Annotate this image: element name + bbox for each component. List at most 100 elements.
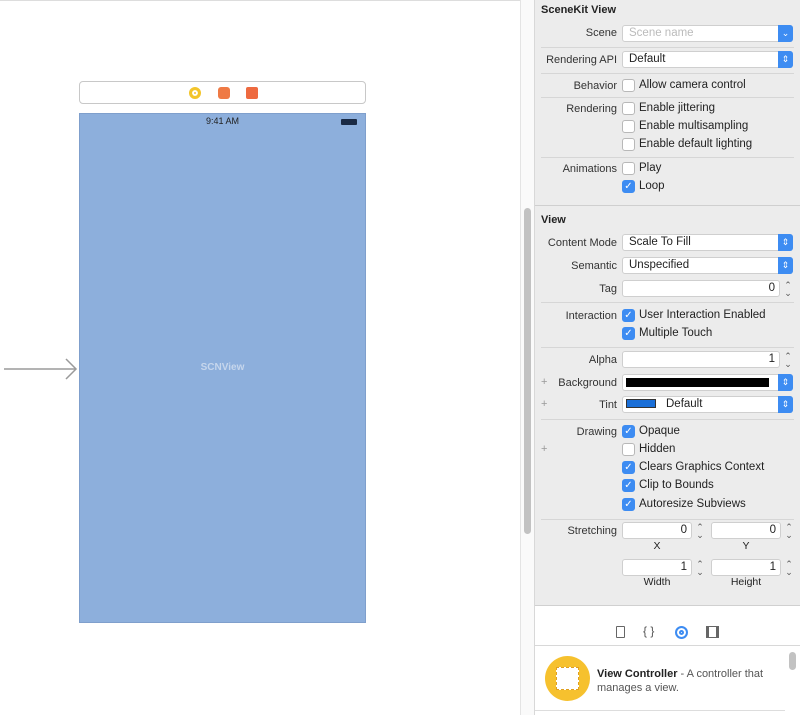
autoresize-checkbox[interactable]: ✓ [622, 498, 635, 511]
object-library: View Controller - A controller that mana… [535, 645, 800, 715]
tint-value: Default [666, 398, 703, 410]
interaction-label: Interaction [565, 310, 617, 322]
autoresize-label[interactable]: Autoresize Subviews [639, 498, 746, 510]
background-swatch [626, 378, 769, 387]
hidden-checkbox[interactable] [622, 443, 635, 456]
multiple-touch-checkbox[interactable]: ✓ [622, 327, 635, 340]
scene-placeholder: Scene name [629, 27, 694, 39]
library-tab-bar: { } [535, 605, 800, 645]
user-interaction-label[interactable]: User Interaction Enabled [639, 309, 766, 321]
play-checkbox[interactable] [622, 162, 635, 175]
allow-camera-checkbox[interactable] [622, 79, 635, 92]
tag-field[interactable]: 0 ⌃ ⌄ [622, 280, 792, 298]
alpha-stepper[interactable]: ⌃ ⌄ [781, 352, 795, 369]
default-lighting-checkbox[interactable] [622, 138, 635, 151]
object-library-icon[interactable] [675, 626, 688, 639]
scn-view[interactable]: 9:41 AM SCNView [79, 113, 366, 623]
background-label: Background [558, 377, 617, 389]
stretch-height-stepper[interactable]: ⌃ ⌄ [782, 560, 796, 577]
exit-icon[interactable] [246, 87, 258, 99]
library-scrollbar-thumb[interactable] [789, 652, 796, 670]
content-mode-label: Content Mode [547, 237, 617, 249]
attributes-inspector: SceneKit View Scene Scene name ⌄ Renderin… [535, 0, 800, 605]
add-variation-icon[interactable]: + [541, 443, 547, 455]
alpha-field[interactable]: 1 ⌃ ⌄ [622, 351, 792, 369]
tag-stepper[interactable]: ⌃ ⌄ [781, 281, 795, 298]
section-title-scenekit: SceneKit View [541, 4, 616, 16]
y-caption: Y [742, 540, 750, 552]
x-caption: X [653, 540, 661, 552]
section-title-view: View [541, 214, 566, 226]
stretch-width-value: 1 [680, 561, 687, 573]
opaque-label[interactable]: Opaque [639, 425, 680, 437]
stretch-y-field[interactable]: 0 ⌃ ⌄ [711, 522, 793, 540]
height-caption: Height [730, 576, 762, 588]
updown-icon: ⇕ [778, 51, 793, 68]
stretch-x-stepper[interactable]: ⌃ ⌄ [693, 523, 707, 540]
background-color-well[interactable]: ⇕ [622, 374, 793, 391]
updown-icon: ⇕ [778, 374, 793, 391]
jittering-label[interactable]: Enable jittering [639, 102, 715, 114]
tag-value: 0 [768, 282, 775, 294]
allow-camera-label[interactable]: Allow camera control [639, 79, 746, 91]
scene-label: Scene [585, 27, 617, 39]
stretch-height-value: 1 [769, 561, 776, 573]
scene-combo[interactable]: Scene name ⌄ [622, 25, 793, 42]
jittering-checkbox[interactable] [622, 102, 635, 115]
tint-label: Tint [599, 399, 617, 411]
library-item-title: View Controller [597, 668, 678, 680]
chevron-down-icon[interactable]: ⌄ [778, 25, 793, 42]
updown-icon: ⇕ [778, 234, 793, 251]
semantic-label: Semantic [571, 260, 617, 272]
multisampling-checkbox[interactable] [622, 120, 635, 133]
battery-icon [341, 119, 357, 125]
stretch-width-field[interactable]: 1 ⌃ ⌄ [622, 559, 704, 577]
tint-popup[interactable]: Default ⇕ [622, 396, 793, 413]
stretch-y-value: 0 [769, 524, 776, 536]
view-controller-icon[interactable] [189, 87, 201, 99]
stretch-x-field[interactable]: 0 ⌃ ⌄ [622, 522, 704, 540]
stretching-label: Stretching [567, 525, 617, 537]
stretch-x-value: 0 [680, 524, 687, 536]
first-responder-icon[interactable] [218, 87, 230, 99]
file-template-icon[interactable] [616, 626, 625, 638]
loop-label[interactable]: Loop [639, 180, 665, 192]
hidden-label[interactable]: Hidden [639, 443, 675, 455]
width-caption: Width [643, 576, 671, 588]
clears-graphics-checkbox[interactable]: ✓ [622, 461, 635, 474]
clip-bounds-checkbox[interactable]: ✓ [622, 479, 635, 492]
semantic-popup[interactable]: Unspecified ⇕ [622, 257, 793, 274]
loop-checkbox[interactable]: ✓ [622, 180, 635, 193]
updown-icon: ⇕ [778, 396, 793, 413]
status-time: 9:41 AM [205, 116, 240, 126]
stretch-height-field[interactable]: 1 ⌃ ⌄ [711, 559, 793, 577]
updown-icon: ⇕ [778, 257, 793, 274]
library-item-view-controller[interactable]: View Controller - A controller that mana… [535, 646, 785, 711]
view-controller-icon [545, 656, 590, 701]
clip-bounds-label[interactable]: Clip to Bounds [639, 479, 714, 491]
scrollbar-thumb[interactable] [524, 208, 531, 534]
rendering-api-label: Rendering API [546, 54, 617, 66]
entry-point-arrow-icon[interactable] [4, 358, 80, 380]
multisampling-label[interactable]: Enable multisampling [639, 120, 748, 132]
media-library-icon[interactable] [706, 626, 719, 638]
tint-swatch [626, 399, 656, 409]
user-interaction-checkbox[interactable]: ✓ [622, 309, 635, 322]
code-snippet-icon[interactable]: { } [643, 624, 654, 638]
multiple-touch-label[interactable]: Multiple Touch [639, 327, 712, 339]
storyboard-canvas[interactable]: 9:41 AM SCNView [0, 0, 520, 715]
alpha-label: Alpha [588, 354, 617, 366]
play-label[interactable]: Play [639, 162, 661, 174]
stretch-y-stepper[interactable]: ⌃ ⌄ [782, 523, 796, 540]
view-label: SCNView [200, 362, 245, 373]
stretch-width-stepper[interactable]: ⌃ ⌄ [693, 560, 707, 577]
content-mode-value: Scale To Fill [629, 236, 691, 248]
rendering-api-popup[interactable]: Default ⇕ [622, 51, 793, 68]
rendering-api-value: Default [629, 53, 666, 65]
content-mode-popup[interactable]: Scale To Fill ⇕ [622, 234, 793, 251]
opaque-checkbox[interactable]: ✓ [622, 425, 635, 438]
clears-graphics-label[interactable]: Clears Graphics Context [639, 461, 764, 473]
default-lighting-label[interactable]: Enable default lighting [639, 138, 752, 150]
alpha-value: 1 [768, 353, 775, 365]
scene-dock [79, 81, 366, 104]
